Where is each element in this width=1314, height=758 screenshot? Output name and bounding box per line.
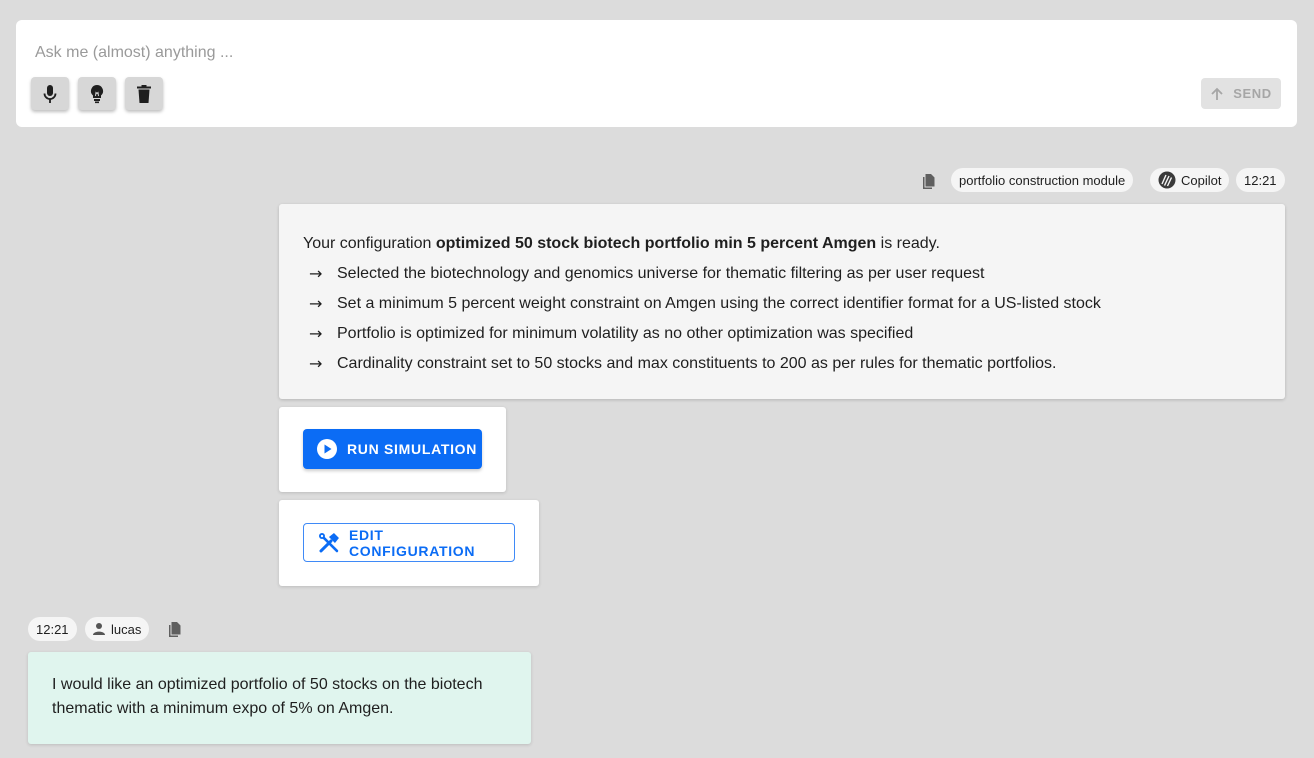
user-message-text: I would like an optimized portfolio of 5… <box>52 676 483 717</box>
user-timestamp: 12:21 <box>28 617 77 641</box>
config-name: optimized 50 stock biotech portfolio min… <box>435 235 877 252</box>
user-message: I would like an optimized portfolio of 5… <box>28 652 531 744</box>
clear-chat-button[interactable] <box>125 77 163 110</box>
tools-icon <box>318 532 339 552</box>
lightbulb-icon <box>90 84 104 103</box>
bullet-text: Selected the biotechnology and genomics … <box>337 265 985 282</box>
microphone-icon <box>43 84 57 103</box>
edit-configuration-label: EDIT CONFIGURATION <box>348 526 476 559</box>
copy-icon[interactable] <box>920 173 936 189</box>
user-name-label: lucas <box>111 621 142 637</box>
run-simulation-button[interactable]: RUN SIMULATION <box>303 429 482 469</box>
bullet-item: → Selected the biotechnology and genomic… <box>303 259 1261 289</box>
bot-time-label: 12:21 <box>1244 172 1277 188</box>
run-simulation-label: RUN SIMULATION <box>347 441 478 457</box>
microphone-button[interactable] <box>31 77 69 110</box>
arrow-right-icon: → <box>309 354 323 373</box>
intro-suffix: is ready. <box>876 235 940 252</box>
module-chip-label: portfolio construction module <box>959 172 1126 188</box>
suggestions-button[interactable] <box>78 77 116 110</box>
bot-timestamp: 12:21 <box>1236 168 1285 192</box>
edit-configuration-button[interactable]: EDIT CONFIGURATION <box>303 523 515 562</box>
arrow-up-icon <box>1211 87 1223 100</box>
bot-message: Your configuration optimized 50 stock bi… <box>279 204 1285 399</box>
bullet-text: Set a minimum 5 percent weight constrain… <box>337 295 1101 312</box>
run-simulation-card: RUN SIMULATION <box>279 407 506 492</box>
bullet-item: → Set a minimum 5 percent weight constra… <box>303 289 1261 319</box>
send-label: SEND <box>1233 86 1272 101</box>
agent-chip: Copilot <box>1150 168 1230 192</box>
agent-chip-label: Copilot <box>1181 172 1222 188</box>
intro-prefix: Your configuration <box>303 235 436 252</box>
bullet-item: → Portfolio is optimized for minimum vol… <box>303 319 1261 349</box>
bot-intro: Your configuration optimized 50 stock bi… <box>303 229 1261 259</box>
play-circle-icon <box>317 439 337 459</box>
chat-input[interactable] <box>35 42 1035 64</box>
trash-icon <box>137 84 151 103</box>
bullet-text: Portfolio is optimized for minimum volat… <box>337 325 914 342</box>
copilot-logo-icon <box>1158 171 1176 189</box>
module-chip: portfolio construction module <box>951 168 1134 192</box>
bullet-item: → Cardinality constraint set to 50 stock… <box>303 349 1261 379</box>
chat-composer: SEND <box>16 20 1297 127</box>
bullet-text: Cardinality constraint set to 50 stocks … <box>337 355 1057 372</box>
arrow-right-icon: → <box>309 264 323 283</box>
arrow-right-icon: → <box>309 294 323 313</box>
user-time-label: 12:21 <box>36 621 69 637</box>
copy-icon[interactable] <box>166 621 182 637</box>
edit-configuration-card: EDIT CONFIGURATION <box>279 500 539 586</box>
send-button[interactable]: SEND <box>1201 78 1281 109</box>
person-icon <box>93 623 105 635</box>
arrow-right-icon: → <box>309 324 323 343</box>
user-chip: lucas <box>85 617 150 641</box>
